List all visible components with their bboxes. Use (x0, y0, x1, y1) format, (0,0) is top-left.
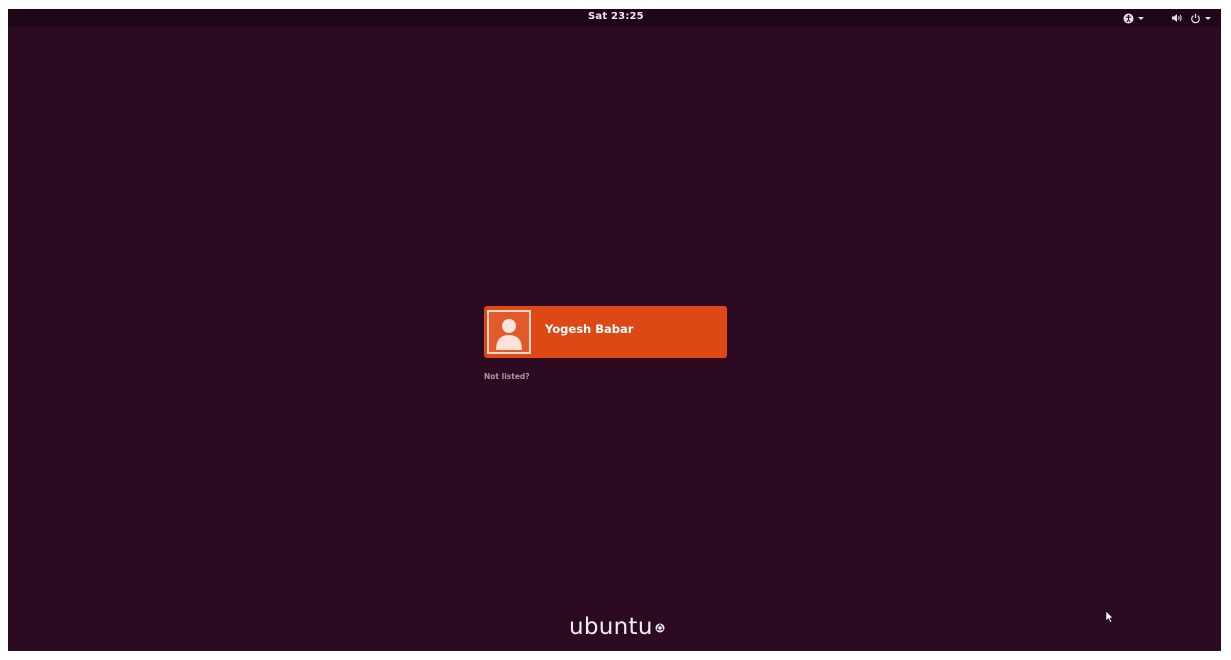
top-bar: Sat 23:25 (8, 9, 1221, 27)
avatar (487, 310, 531, 354)
accessibility-menu[interactable] (1123, 10, 1144, 26)
accessibility-icon (1123, 13, 1134, 24)
chevron-down-icon (1138, 17, 1144, 20)
clock[interactable]: Sat 23:25 (588, 11, 644, 22)
ubuntu-logo: ubuntu (569, 614, 665, 640)
user-avatar-icon (489, 312, 529, 352)
volume-icon (1171, 13, 1183, 23)
circle-of-friends-icon (655, 618, 665, 637)
logo-text: ubuntu (569, 614, 653, 640)
chevron-down-icon (1205, 17, 1211, 20)
user-name: Yogesh Babar (545, 322, 634, 336)
user-list-item[interactable]: Yogesh Babar (484, 306, 727, 358)
mouse-pointer-icon (1105, 609, 1114, 628)
login-screen: Sat 23:25 Yogesh Babar Not listed? ubunt… (8, 9, 1221, 651)
not-listed-link[interactable]: Not listed? (484, 372, 530, 381)
system-menu[interactable] (1171, 10, 1211, 26)
power-icon (1190, 13, 1201, 24)
